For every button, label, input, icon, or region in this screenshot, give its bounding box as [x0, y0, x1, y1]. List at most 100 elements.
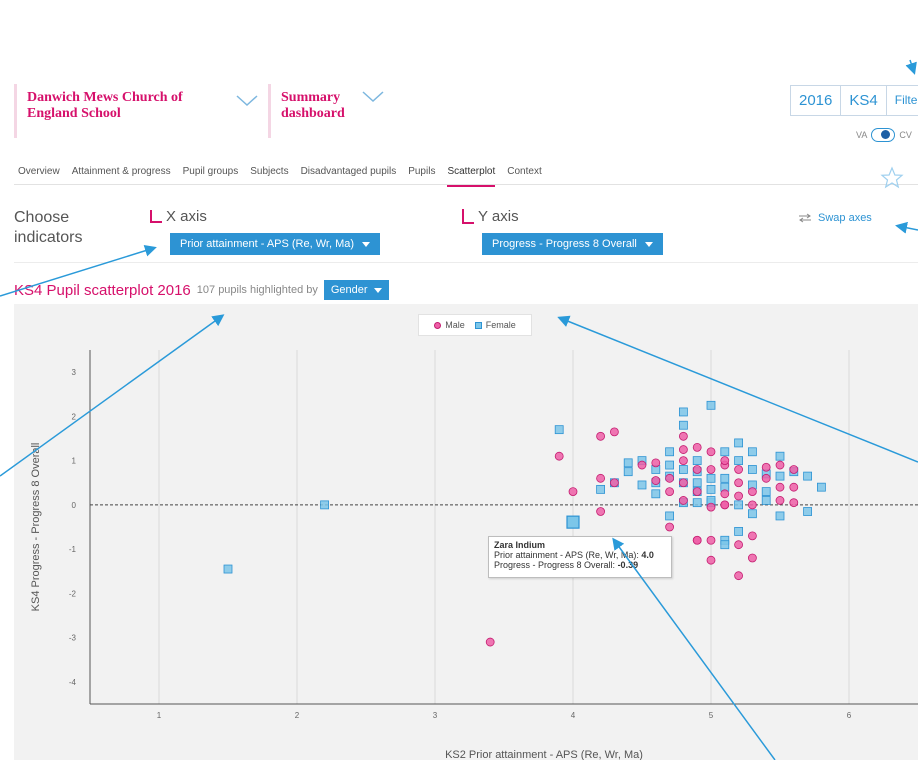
female-point: [775, 451, 785, 461]
male-point: [679, 431, 688, 441]
highlighted-point: [566, 515, 580, 529]
male-point: [734, 491, 743, 501]
y-axis-dropdown[interactable]: Progress - Progress 8 Overall: [482, 233, 663, 255]
female-point: [679, 465, 688, 474]
legend-male[interactable]: Male: [434, 320, 465, 330]
tooltip-line2-label: Progress - Progress 8 Overall:: [494, 560, 616, 570]
female-point: [706, 484, 716, 494]
female-marker-icon: [474, 321, 482, 329]
female-point: [761, 487, 771, 497]
male-point: [789, 498, 799, 508]
school-name: Danwich Mews Church of England School: [27, 90, 183, 121]
male-point: [692, 535, 702, 545]
male-point: [748, 487, 757, 497]
female-point: [692, 478, 702, 488]
legend-male-label: Male: [445, 320, 465, 330]
x-tick-label: 3: [433, 711, 438, 720]
point-tooltip: Zara Indium Prior attainment - APS (Re, …: [488, 536, 672, 578]
y-axis-value: Progress - Progress 8 Overall: [492, 238, 637, 250]
y-tick-label: 2: [72, 412, 77, 421]
indicator-divider: [14, 262, 918, 263]
male-point: [596, 431, 605, 441]
female-point: [734, 500, 743, 510]
male-point: [720, 489, 730, 499]
male-point: [706, 555, 716, 565]
male-point: [637, 460, 647, 470]
female-point: [734, 527, 743, 536]
keystage-selector[interactable]: KS4: [841, 86, 887, 115]
male-point: [720, 456, 730, 466]
y-tick-label: -2: [69, 589, 77, 598]
y-tick-label: -4: [69, 678, 77, 687]
female-point: [720, 540, 730, 550]
toggle-switch[interactable]: [871, 128, 896, 142]
male-point: [485, 637, 495, 647]
y-tick-label: -1: [69, 545, 77, 554]
male-point: [692, 442, 702, 452]
scatter-chart: 1 2 3 4 5 6 3 2 1 0 -1 -2 -3 -4 KS2 Prior attainment -…: [14, 304, 918, 760]
female-point: [706, 400, 716, 410]
tooltip-line1-label: Prior attainment - APS (Re, Wr, Ma):: [494, 550, 639, 560]
star-icon[interactable]: [880, 166, 904, 190]
choose-indicators-label: Choose indicators: [14, 209, 83, 246]
female-point: [665, 460, 674, 470]
year-selector[interactable]: 2016: [791, 86, 842, 115]
swap-axes-label: Swap axes: [818, 212, 872, 224]
male-point: [706, 447, 716, 457]
male-point: [734, 571, 743, 581]
male-point: [596, 507, 605, 516]
female-point: [803, 507, 812, 516]
tooltip-line1-value: 4.0: [641, 550, 654, 560]
chart-background: [14, 304, 918, 760]
male-point: [679, 445, 688, 454]
female-point: [803, 471, 812, 481]
x-tick-label: 4: [571, 711, 576, 720]
male-point: [679, 496, 688, 505]
male-point: [706, 465, 716, 474]
female-point: [692, 456, 702, 466]
x-axis-dropdown[interactable]: Prior attainment - APS (Re, Wr, Ma): [170, 233, 381, 255]
male-point: [568, 487, 578, 497]
tooltip-line2: Progress - Progress 8 Overall: -0.39: [494, 560, 666, 570]
female-point: [679, 420, 688, 430]
tooltip-line2-value: -0.39: [617, 560, 639, 570]
dashboard-selector[interactable]: Summary dashboard: [268, 84, 388, 138]
male-point: [665, 522, 674, 532]
female-point: [623, 458, 633, 468]
va-cv-toggle[interactable]: VA CV: [856, 128, 912, 142]
toggle-label-va: VA: [856, 130, 868, 140]
female-point: [623, 467, 633, 477]
chevron-down-icon[interactable]: [235, 94, 259, 108]
male-point: [775, 496, 785, 505]
school-selector[interactable]: Danwich Mews Church of England School: [14, 84, 262, 138]
male-point: [596, 473, 605, 483]
x-tick-label: 6: [847, 711, 852, 720]
chart-legend: Male Female: [418, 314, 532, 336]
male-point: [610, 478, 619, 488]
male-point: [706, 535, 716, 545]
female-point: [734, 438, 743, 448]
legend-female-label: Female: [485, 320, 516, 330]
swap-axes-button[interactable]: Swap axes: [798, 212, 872, 224]
annotation-arrow: [905, 59, 917, 75]
female-point: [637, 480, 647, 490]
male-point: [692, 465, 702, 474]
male-point: [734, 478, 743, 488]
highlight-dropdown[interactable]: Gender: [323, 280, 389, 300]
caret-down-icon: [644, 241, 653, 247]
chevron-down-icon[interactable]: [361, 90, 385, 104]
male-point: [679, 478, 688, 488]
legend-female[interactable]: Female: [474, 320, 516, 330]
tab-divider: [14, 184, 918, 185]
male-point: [651, 476, 661, 485]
male-point: [789, 482, 799, 492]
y-axis-label: Y axis: [478, 208, 519, 225]
year-keystage-selector[interactable]: 2016 KS4 Filter: [790, 85, 918, 116]
y-tick-label: 3: [72, 368, 77, 377]
male-point: [692, 487, 702, 497]
female-point: [596, 484, 605, 494]
female-point: [775, 511, 785, 521]
male-point: [665, 473, 674, 483]
male-point: [748, 531, 757, 541]
filter-button[interactable]: Filter: [887, 86, 918, 115]
